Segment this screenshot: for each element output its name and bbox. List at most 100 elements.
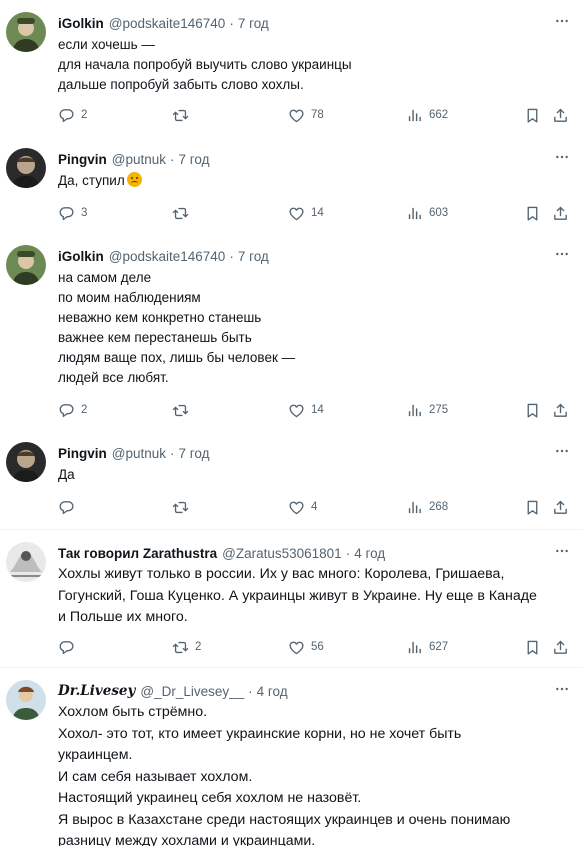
more-icon[interactable]	[553, 681, 571, 697]
reply-count: 3	[81, 207, 88, 219]
avatar[interactable]	[6, 148, 46, 188]
views-button[interactable]: 627	[406, 637, 448, 657]
timestamp[interactable]: 7 год	[238, 249, 269, 264]
share-button[interactable]	[552, 637, 575, 657]
views-button[interactable]: 275	[406, 400, 448, 420]
bookmark-icon	[524, 639, 541, 656]
action-bar: 2 78 662	[58, 105, 578, 125]
bookmark-icon	[524, 205, 541, 222]
heart-icon	[288, 402, 305, 419]
avatar[interactable]	[6, 12, 46, 52]
bookmark-icon	[524, 499, 541, 516]
author-name[interactable]: iGolkin	[58, 249, 104, 264]
author-handle[interactable]: @_Dr_Livesey__	[140, 684, 244, 699]
views-count: 627	[429, 641, 449, 653]
like-count: 56	[311, 641, 324, 653]
reply-button[interactable]	[58, 497, 81, 517]
timestamp[interactable]: 4 год	[354, 546, 385, 561]
author-handle[interactable]: @podskaite146740	[109, 16, 226, 31]
views-button[interactable]: 268	[406, 497, 448, 517]
retweet-button[interactable]: 2	[172, 637, 201, 657]
author-name[interactable]: iGolkin	[58, 16, 104, 31]
avatar[interactable]	[6, 245, 46, 285]
tweet-text: Да	[58, 467, 75, 482]
tweet-card[interactable]: iGolkin @podskaite146740 · 7 год если хо…	[0, 12, 583, 132]
author-handle[interactable]: @podskaite146740	[109, 249, 226, 264]
more-icon[interactable]	[553, 443, 571, 459]
like-button[interactable]: 78	[288, 105, 324, 125]
share-icon	[552, 499, 569, 516]
share-button[interactable]	[552, 203, 575, 223]
tweet-text-content: Да, ступил	[58, 173, 125, 188]
tweet-text: на самом деле по моим наблюдениям неважн…	[58, 270, 296, 385]
retweet-button[interactable]	[172, 105, 195, 125]
tweet-header: iGolkin @podskaite146740 · 7 год	[58, 13, 269, 33]
author-name[interactable]: Pingvin	[58, 446, 107, 461]
retweet-icon	[172, 205, 189, 222]
tweet-card[interactable]: iGolkin @podskaite146740 · 7 год на само…	[0, 245, 583, 425]
reply-button[interactable]: 3	[58, 203, 87, 223]
tweet-text: Хохлом быть стрёмно. Хохол- это тот, кто…	[58, 704, 511, 846]
timestamp[interactable]: 7 год	[179, 152, 210, 167]
heart-icon	[288, 205, 305, 222]
like-button[interactable]: 14	[288, 203, 324, 223]
retweet-button[interactable]	[172, 497, 195, 517]
share-icon	[552, 639, 569, 656]
reply-button[interactable]: 2	[58, 400, 87, 420]
views-icon	[406, 107, 423, 124]
timestamp[interactable]: 7 год	[238, 16, 269, 31]
author-name[interactable]: Dr.Livesey	[58, 683, 135, 699]
separator-dot: ·	[170, 445, 175, 461]
tweet-header: Pingvin @putnuk · 7 год	[58, 149, 210, 169]
like-button[interactable]: 56	[288, 637, 324, 657]
more-icon[interactable]	[553, 149, 571, 165]
avatar[interactable]	[6, 680, 46, 720]
timestamp[interactable]: 4 год	[257, 684, 288, 699]
retweet-icon	[172, 639, 189, 656]
author-name[interactable]: Так говорил Zarathustra	[58, 546, 217, 561]
tweet-text: Да, ступил	[58, 171, 142, 191]
bookmark-button[interactable]	[524, 400, 547, 420]
share-button[interactable]	[552, 497, 575, 517]
like-count: 14	[311, 207, 324, 219]
avatar[interactable]	[6, 442, 46, 482]
action-bar: 3 14 603	[58, 203, 578, 223]
like-button[interactable]: 14	[288, 400, 324, 420]
avatar[interactable]	[6, 542, 46, 582]
more-icon[interactable]	[553, 543, 571, 559]
retweet-button[interactable]	[172, 400, 195, 420]
reply-icon	[58, 499, 75, 516]
action-bar: 4 268	[58, 497, 578, 517]
author-handle[interactable]: @putnuk	[112, 152, 166, 167]
bookmark-button[interactable]	[524, 105, 547, 125]
views-button[interactable]: 603	[406, 203, 448, 223]
share-icon	[552, 205, 569, 222]
share-button[interactable]	[552, 400, 575, 420]
retweet-count: 2	[195, 641, 202, 653]
retweet-button[interactable]	[172, 203, 195, 223]
tweet-card[interactable]: Pingvin @putnuk · 7 год Да, ступил 3 14 …	[0, 148, 583, 228]
tweet-header: iGolkin @podskaite146740 · 7 год	[58, 246, 269, 266]
share-button[interactable]	[552, 105, 575, 125]
bookmark-button[interactable]	[524, 203, 547, 223]
views-button[interactable]: 662	[406, 105, 448, 125]
reply-button[interactable]: 2	[58, 105, 87, 125]
tweet-card[interactable]: Так говорил Zarathustra @Zaratus53061801…	[0, 542, 583, 660]
retweet-icon	[172, 402, 189, 419]
bookmark-button[interactable]	[524, 637, 547, 657]
reply-button[interactable]	[58, 637, 81, 657]
bookmark-button[interactable]	[524, 497, 547, 517]
tweet-card[interactable]: Pingvin @putnuk · 7 год Да 4 268	[0, 442, 583, 522]
views-icon	[406, 499, 423, 516]
author-name[interactable]: Pingvin	[58, 152, 107, 167]
author-handle[interactable]: @putnuk	[112, 446, 166, 461]
views-icon	[406, 402, 423, 419]
author-handle[interactable]: @Zaratus53061801	[222, 546, 342, 561]
more-icon[interactable]	[553, 246, 571, 262]
timestamp[interactable]: 7 год	[179, 446, 210, 461]
like-button[interactable]: 4	[288, 497, 317, 517]
separator	[0, 667, 583, 668]
tweet-card[interactable]: Dr.Livesey @_Dr_Livesey__ · 4 год Хохлом…	[0, 680, 583, 846]
separator	[0, 529, 583, 530]
more-icon[interactable]	[553, 13, 571, 29]
